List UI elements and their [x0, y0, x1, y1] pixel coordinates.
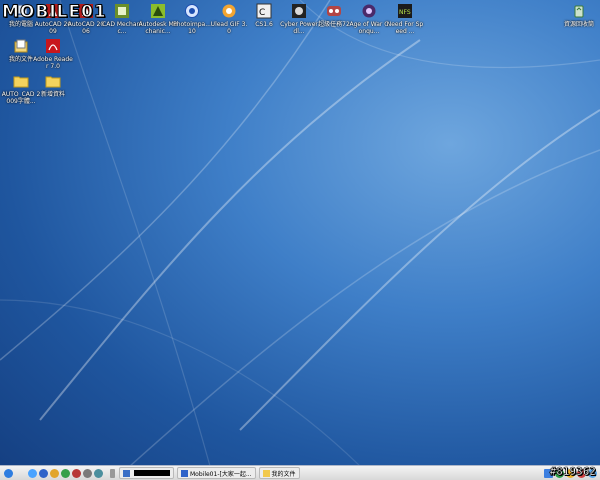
autodesk-icon	[149, 2, 167, 20]
quick-launch-search-icon[interactable]	[94, 468, 103, 478]
svg-text:NFS: NFS	[399, 9, 411, 16]
desktop[interactable]: 我的電腦 AutoCAD 2009 AutoCAD 2006 CAD Mecha…	[0, 0, 600, 466]
start-orb-icon[interactable]	[4, 468, 13, 478]
icon-label: Cyber Powerdl...	[280, 21, 318, 35]
censored-label	[134, 470, 170, 476]
desktop-icon[interactable]: CAD Mechanic...	[102, 2, 142, 35]
age-of-war-icon	[360, 2, 378, 20]
quick-launch-app-icon[interactable]	[72, 468, 81, 478]
autocad-mechanical-icon	[113, 2, 131, 20]
app-icon	[123, 469, 130, 477]
desktop-icon[interactable]: Autodesk Mechanic...	[139, 2, 177, 35]
icon-label: Photoimpa... 10	[173, 21, 211, 35]
desktop-icon[interactable]: 超級任務72	[316, 2, 352, 28]
watermark-id: #819362	[549, 465, 596, 479]
desktop-icon[interactable]: Age of War Conqu...	[349, 2, 389, 35]
icon-label: CAD Mechanic...	[102, 21, 142, 35]
desktop-icon[interactable]: Ulead GIF 3.0	[211, 2, 247, 35]
icon-label: Ulead GIF 3.0	[210, 21, 248, 35]
taskbar: Mobile01-[大家一起... 我的文件	[0, 465, 600, 480]
game-icon	[325, 2, 343, 20]
desktop-icon[interactable]: 新增資料	[35, 72, 71, 98]
icon-label: CS1.6	[255, 21, 273, 28]
photoimpact-icon	[183, 2, 201, 20]
desktop-icon[interactable]: Photoimpa... 10	[173, 2, 211, 35]
taskbar-button-label: 我的文件	[271, 470, 296, 478]
mobile01-watermark-logo: MOBILE01	[2, 2, 107, 23]
quick-launch-messenger-icon[interactable]	[61, 468, 70, 478]
icon-label: 新增資料	[40, 91, 65, 98]
desktop-icon[interactable]: Adobe Reader 7.0	[33, 37, 73, 70]
quick-launch-media-icon[interactable]	[50, 468, 59, 478]
counter-strike-icon: C	[255, 2, 273, 20]
icon-label: 資源回收筒	[563, 21, 594, 28]
taskbar-button-label: Mobile01-[大家一起...	[190, 470, 252, 478]
quick-launch-ie-icon[interactable]	[39, 468, 48, 478]
icon-label: 超級任務72	[318, 21, 350, 28]
svg-text:C: C	[259, 8, 265, 18]
desktop-icon[interactable]: NFS Need For Speed ...	[387, 2, 423, 35]
wallpaper-swoosh	[0, 0, 600, 466]
quick-launch-expand-icon[interactable]	[110, 468, 115, 478]
need-for-speed-icon: NFS	[396, 2, 414, 20]
icon-label: Age of War Conqu...	[349, 21, 389, 35]
taskbar-button-censored[interactable]	[119, 467, 174, 479]
desktop-icon[interactable]: AUTO_CAD 2009字體...	[2, 72, 40, 105]
ulead-gif-icon	[220, 2, 238, 20]
desktop-icon[interactable]: 資源回收筒	[561, 2, 597, 28]
folder-icon	[12, 72, 30, 90]
quick-launch-desktop-icon[interactable]	[28, 468, 37, 478]
quick-launch-settings-icon[interactable]	[83, 468, 92, 478]
taskbar-button-mobile01[interactable]: Mobile01-[大家一起...	[177, 467, 256, 479]
desktop-icon[interactable]: Cyber Powerdl...	[280, 2, 318, 35]
cyberpower-icon	[290, 2, 308, 20]
recycle-bin-icon	[570, 2, 588, 20]
icon-label: AutoCAD 2006	[67, 21, 105, 35]
icon-label: Adobe Reader 7.0	[33, 56, 73, 70]
folder-icon	[44, 72, 62, 90]
my-documents-icon	[12, 37, 30, 55]
taskbar-button-my-documents[interactable]: 我的文件	[258, 467, 300, 479]
icon-label: Need For Speed ...	[386, 21, 424, 35]
adobe-reader-icon	[44, 37, 62, 55]
ie-window-icon	[181, 469, 188, 477]
desktop-icon[interactable]: C CS1.6	[246, 2, 282, 28]
folder-window-icon	[262, 469, 270, 477]
